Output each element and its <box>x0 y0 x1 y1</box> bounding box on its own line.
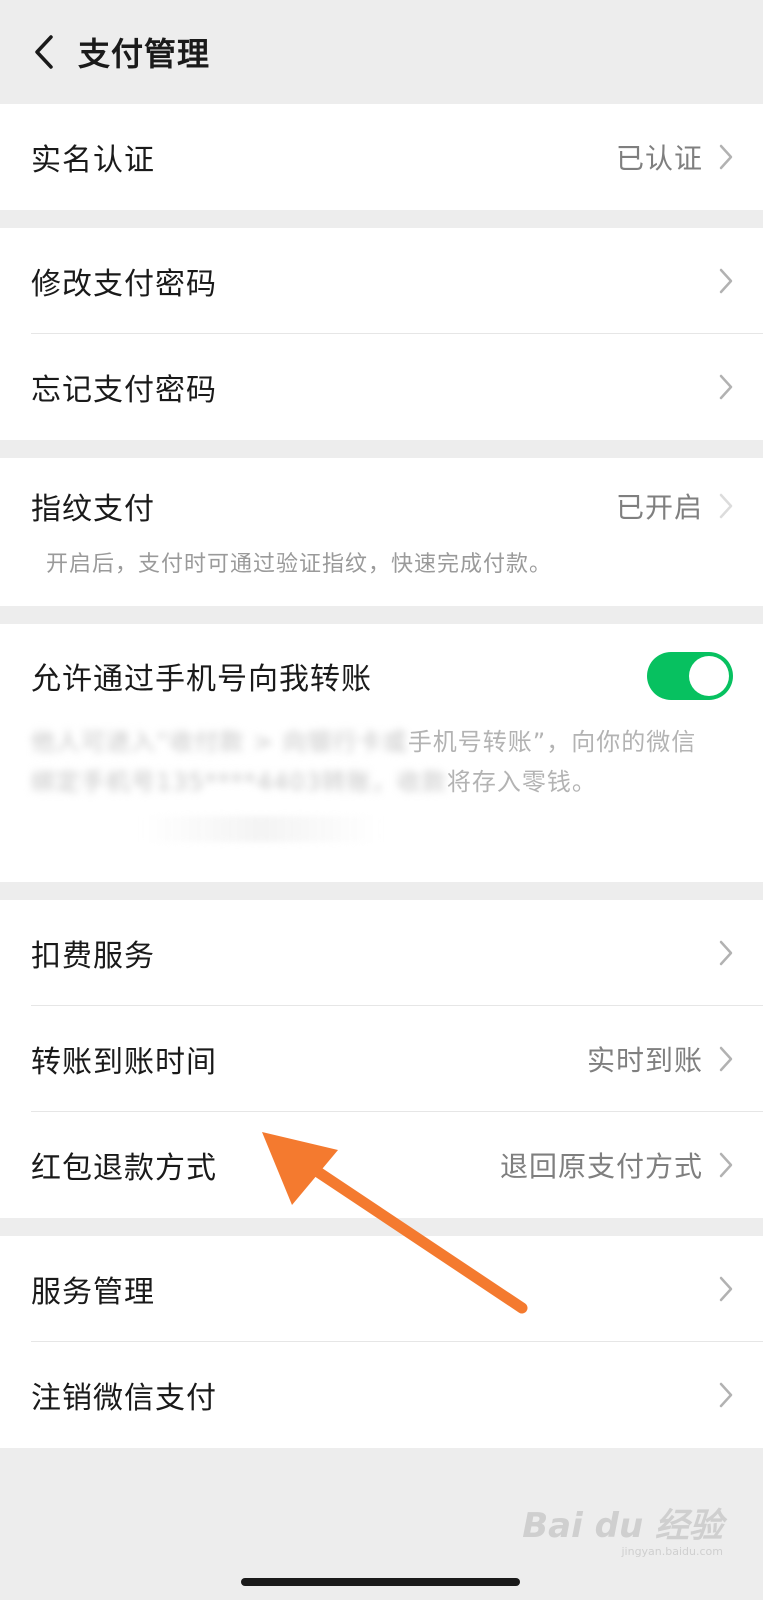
real-name-verification-row[interactable]: 实名认证 已认证 <box>0 104 763 210</box>
chevron-left-icon <box>35 35 53 69</box>
chevron-right-icon <box>719 268 733 294</box>
group-fingerprint: 指纹支付 已开启 开启后，支付时可通过验证指纹，快速完成付款。 <box>0 458 763 606</box>
fingerprint-pay-row[interactable]: 指纹支付 已开启 开启后，支付时可通过验证指纹，快速完成付款。 <box>0 458 763 606</box>
row-label: 服务管理 <box>31 1275 155 1310</box>
row-label: 红包退款方式 <box>31 1151 217 1186</box>
row-label: 扣费服务 <box>31 939 155 974</box>
change-password-row[interactable]: 修改支付密码 <box>0 228 763 334</box>
row-value: 已开启 <box>615 491 703 524</box>
group-password: 修改支付密码 忘记支付密码 <box>0 228 763 440</box>
forgot-password-row[interactable]: 忘记支付密码 <box>0 334 763 440</box>
home-indicator[interactable] <box>241 1578 520 1586</box>
description-text: 手机号转账”，向你的微信 <box>407 728 697 756</box>
chevron-right-icon <box>719 493 733 519</box>
row-label: 实名认证 <box>31 143 155 178</box>
chevron-right-icon <box>719 374 733 400</box>
blurred-text: 他人可进入“收付款 > 向银行卡或 <box>31 728 408 756</box>
watermark: Bai du 经验 jingyan.baidu.com <box>522 1498 723 1558</box>
row-label: 忘记支付密码 <box>31 373 217 408</box>
group-manage: 服务管理 注销微信支付 <box>0 1236 763 1448</box>
chevron-right-icon <box>719 940 733 966</box>
chevron-right-icon <box>719 144 733 170</box>
chevron-right-icon <box>719 1046 733 1072</box>
chevron-right-icon <box>719 1276 733 1302</box>
service-management-row[interactable]: 服务管理 <box>0 1236 763 1342</box>
group-verification: 实名认证 已认证 <box>0 104 763 210</box>
blur-overlay <box>141 816 381 842</box>
red-packet-refund-row[interactable]: 红包退款方式 退回原支付方式 <box>0 1112 763 1218</box>
blurred-text: 绑定手机号135****4403转账，收款 <box>31 768 447 796</box>
chevron-right-icon <box>719 1152 733 1178</box>
row-value: 实时到账 <box>586 1044 703 1077</box>
toggle-knob <box>689 656 729 696</box>
deduction-service-row[interactable]: 扣费服务 <box>0 900 763 1006</box>
watermark-logo: Bai du 经验 <box>522 1506 723 1546</box>
back-button[interactable] <box>26 32 62 72</box>
group-services: 扣费服务 转账到账时间 实时到账 红包退款方式 退回原支付方式 <box>0 900 763 1218</box>
watermark-url: jingyan.baidu.com <box>621 1545 723 1558</box>
chevron-right-icon <box>719 1382 733 1408</box>
row-label: 修改支付密码 <box>31 267 217 302</box>
row-label: 允许通过手机号向我转账 <box>31 662 372 697</box>
phone-transfer-description: 他人可进入“收付款 > 向银行卡或手机号转账”，向你的微信 绑定手机号135**… <box>31 722 733 802</box>
transfer-arrival-time-row[interactable]: 转账到账时间 实时到账 <box>0 1006 763 1112</box>
phone-transfer-toggle[interactable] <box>647 652 733 700</box>
group-phone-transfer: 允许通过手机号向我转账 他人可进入“收付款 > 向银行卡或手机号转账”，向你的微… <box>0 624 763 882</box>
cancel-wechat-pay-row[interactable]: 注销微信支付 <box>0 1342 763 1448</box>
phone-transfer-row: 允许通过手机号向我转账 他人可进入“收付款 > 向银行卡或手机号转账”，向你的微… <box>0 624 763 882</box>
nav-bar: 支付管理 <box>0 0 763 104</box>
description-text: 将存入零钱。 <box>446 768 597 796</box>
page-title: 支付管理 <box>78 35 211 73</box>
row-label: 指纹支付 <box>31 492 155 527</box>
row-label: 注销微信支付 <box>31 1381 217 1416</box>
row-label: 转账到账时间 <box>31 1045 217 1080</box>
fingerprint-description: 开启后，支付时可通过验证指纹，快速完成付款。 <box>46 552 553 577</box>
row-value: 退回原支付方式 <box>499 1150 703 1183</box>
row-value: 已认证 <box>615 142 703 175</box>
